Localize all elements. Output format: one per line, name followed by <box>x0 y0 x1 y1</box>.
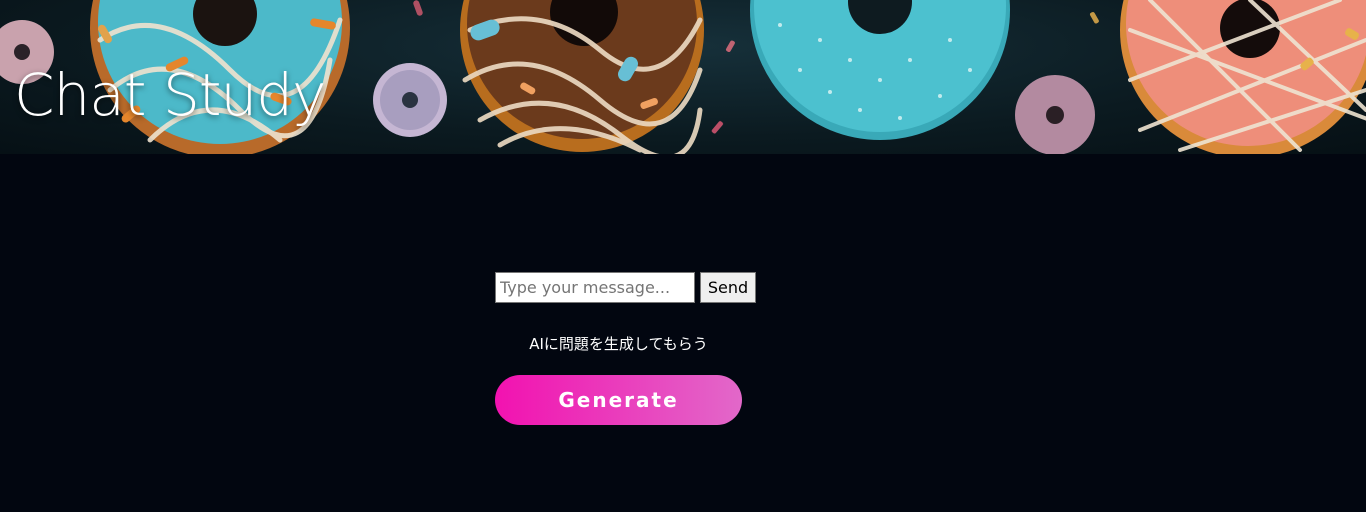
message-input[interactable] <box>495 272 695 303</box>
chat-form: Send <box>495 272 756 303</box>
header-banner: Chat Study <box>0 0 1366 154</box>
page-title: Chat Study <box>14 61 326 129</box>
generate-hint-text: AIに問題を生成してもらう <box>529 335 708 353</box>
main-content: Send AIに問題を生成してもらう Generate <box>0 154 1366 512</box>
generate-button[interactable]: Generate <box>495 375 742 425</box>
send-button[interactable]: Send <box>700 272 756 303</box>
